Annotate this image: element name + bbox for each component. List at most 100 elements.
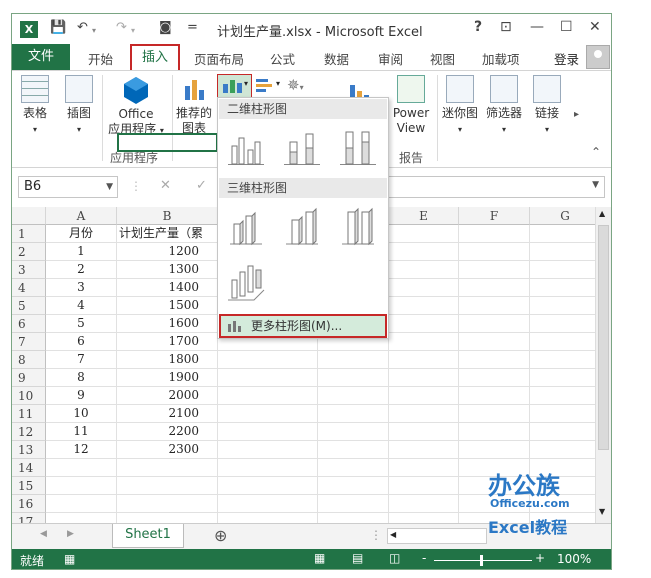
cell[interactable] [318, 441, 389, 459]
cell[interactable] [218, 441, 318, 459]
horizontal-scrollbar[interactable]: ◀ [387, 528, 487, 544]
cell[interactable] [117, 495, 218, 513]
maximize-button[interactable]: ☐ [560, 19, 573, 35]
row-header[interactable]: 12 [12, 423, 46, 441]
active-cell-b6[interactable] [117, 133, 218, 152]
customize-qat-icon[interactable]: = [187, 20, 198, 35]
cell[interactable] [530, 243, 595, 261]
scroll-left-icon[interactable]: ◀ [390, 530, 396, 539]
cell[interactable]: 2100 [117, 405, 218, 423]
cell[interactable] [459, 261, 530, 279]
sheet-next-icon[interactable]: ▶ [67, 529, 74, 539]
cell[interactable]: 1600 [117, 315, 218, 333]
filters-button[interactable]: 筛选器 ▾ [484, 75, 524, 137]
chevron-down-icon[interactable]: ▼ [106, 177, 113, 197]
cell[interactable]: 3 [46, 279, 117, 297]
tab-addins[interactable]: 加载项 [482, 49, 520, 68]
radar-chart-button[interactable]: ✵▾ [287, 76, 304, 94]
cell[interactable] [318, 477, 389, 495]
cell[interactable] [459, 243, 530, 261]
cell[interactable] [389, 423, 459, 441]
column-header-g[interactable]: G [530, 207, 595, 225]
macro-record-icon[interactable]: ▦ [64, 552, 75, 566]
3d-percent-stacked-column-icon[interactable] [336, 204, 380, 248]
cell[interactable]: 月份 [46, 225, 117, 243]
cell[interactable]: 计划生产量（累 [117, 225, 218, 243]
cell[interactable]: 1800 [117, 351, 218, 369]
row-header[interactable]: 2 [12, 243, 46, 261]
cell[interactable] [318, 495, 389, 513]
3d-clustered-column-icon[interactable] [224, 204, 268, 248]
cell[interactable] [389, 405, 459, 423]
page-layout-view-icon[interactable]: ▤ [352, 551, 363, 565]
cell[interactable] [459, 387, 530, 405]
redo-dropdown-icon[interactable]: ▾ [131, 26, 135, 35]
close-button[interactable]: ✕ [589, 19, 601, 35]
cell[interactable] [530, 225, 595, 243]
cell[interactable] [218, 459, 318, 477]
scroll-down-icon[interactable]: ▼ [599, 507, 605, 516]
cell[interactable]: 1500 [117, 297, 218, 315]
power-view-button[interactable]: Power View [390, 75, 432, 136]
cell[interactable] [389, 351, 459, 369]
cell[interactable] [389, 459, 459, 477]
cell[interactable] [318, 351, 389, 369]
cell[interactable] [389, 225, 459, 243]
add-sheet-icon[interactable]: ⊕ [214, 526, 227, 545]
cell[interactable]: 1200 [117, 243, 218, 261]
cell[interactable] [530, 369, 595, 387]
column-header-b[interactable]: B [117, 207, 218, 225]
cell[interactable]: 7 [46, 351, 117, 369]
cell[interactable]: 1900 [117, 369, 218, 387]
cell[interactable] [530, 279, 595, 297]
cell[interactable] [459, 297, 530, 315]
row-header[interactable]: 11 [12, 405, 46, 423]
row-header[interactable]: 14 [12, 459, 46, 477]
page-break-view-icon[interactable]: ◫ [389, 551, 400, 565]
cell[interactable] [459, 315, 530, 333]
tab-page-layout[interactable]: 页面布局 [194, 49, 244, 68]
camera-icon[interactable]: ◙ [159, 20, 172, 35]
row-header[interactable]: 3 [12, 261, 46, 279]
cell[interactable] [318, 387, 389, 405]
tab-view[interactable]: 视图 [430, 49, 455, 68]
cell[interactable] [318, 405, 389, 423]
tab-file[interactable]: 文件 [12, 44, 70, 70]
column-header-f[interactable]: F [459, 207, 530, 225]
tab-data[interactable]: 数据 [324, 49, 349, 68]
avatar[interactable] [586, 45, 610, 69]
tab-review[interactable]: 审阅 [378, 49, 403, 68]
cell[interactable] [318, 369, 389, 387]
cell[interactable]: 9 [46, 387, 117, 405]
links-button[interactable]: 链接 ▾ [530, 75, 564, 137]
cell[interactable]: 1400 [117, 279, 218, 297]
vertical-scrollbar[interactable]: ▲ ▼ [595, 207, 611, 523]
select-all-corner[interactable] [12, 207, 46, 225]
name-box[interactable]: B6 ▼ [18, 176, 118, 198]
cancel-icon[interactable]: ✕ [160, 178, 171, 193]
tab-formulas[interactable]: 公式 [270, 49, 295, 68]
cell[interactable] [218, 369, 318, 387]
cell[interactable] [46, 477, 117, 495]
row-header[interactable]: 15 [12, 477, 46, 495]
row-header[interactable]: 7 [12, 333, 46, 351]
cell[interactable] [218, 351, 318, 369]
row-header[interactable]: 8 [12, 351, 46, 369]
cell[interactable] [218, 423, 318, 441]
cell[interactable] [389, 243, 459, 261]
cell[interactable] [46, 495, 117, 513]
cell[interactable]: 1 [46, 243, 117, 261]
cell[interactable] [46, 459, 117, 477]
tab-home[interactable]: 开始 [88, 49, 113, 68]
bar-chart-button[interactable]: ▾ [256, 79, 284, 95]
percent-stacked-column-icon[interactable] [336, 124, 380, 168]
zoom-level[interactable]: 100% [557, 552, 591, 566]
save-icon[interactable]: 💾 [50, 20, 66, 35]
cell[interactable] [389, 333, 459, 351]
cell[interactable]: 8 [46, 369, 117, 387]
cell[interactable] [459, 351, 530, 369]
tab-split-grip[interactable]: ⋮ [370, 528, 382, 542]
redo-icon[interactable]: ↷ [116, 20, 127, 35]
cell[interactable] [530, 297, 595, 315]
cell[interactable]: 2200 [117, 423, 218, 441]
